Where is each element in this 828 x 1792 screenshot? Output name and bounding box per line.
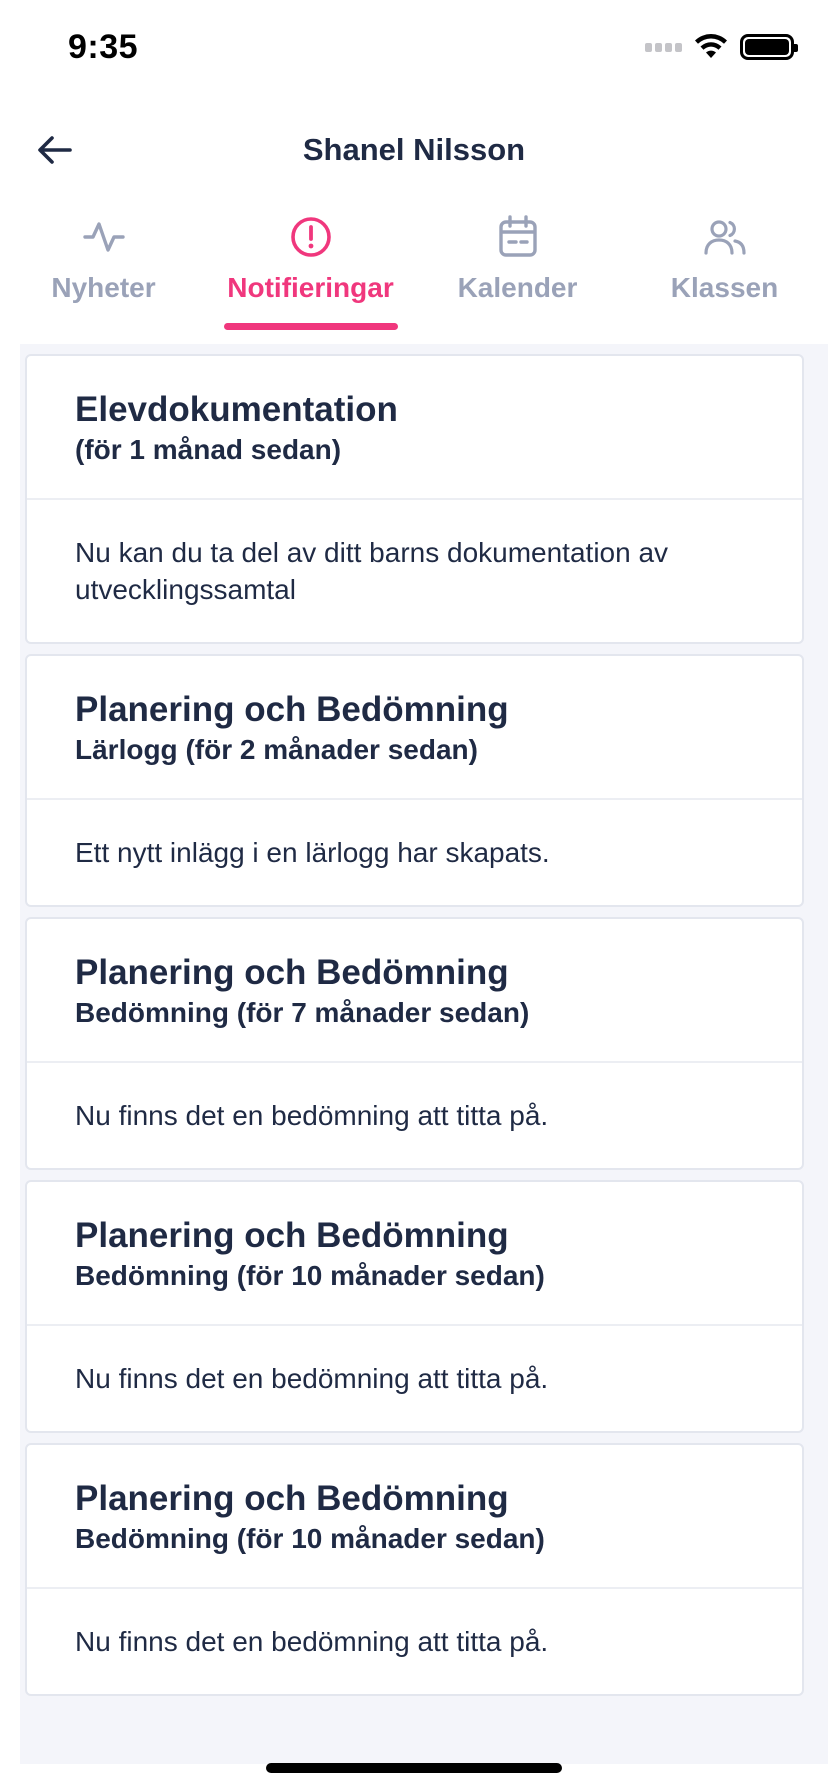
notification-card[interactable]: Planering och Bedömning Bedömning (för 1…	[25, 1180, 804, 1433]
notification-subtitle: Lärlogg (för 2 månader sedan)	[75, 734, 478, 765]
card-header: Planering och Bedömning Bedömning (för 1…	[27, 1182, 802, 1326]
battery-icon	[740, 34, 798, 60]
notification-body: Nu kan du ta del av ditt barns dokumenta…	[75, 537, 669, 605]
tab-bar: Nyheter Notifieringar Kalender Klassen	[0, 214, 828, 330]
status-icons	[645, 34, 798, 60]
tab-label: Notifieringar	[227, 272, 394, 303]
calendar-icon	[495, 214, 541, 260]
notification-body: Nu finns det en bedömning att titta på.	[75, 1100, 549, 1131]
notification-title: Planering och Bedömning	[75, 953, 509, 992]
notification-title: Planering och Bedömning	[75, 690, 509, 729]
notification-subtitle: Bedömning (för 10 månader sedan)	[75, 1523, 545, 1554]
home-indicator[interactable]	[266, 1763, 562, 1773]
notification-title: Elevdokumentation	[75, 390, 398, 429]
notification-body: Nu finns det en bedömning att titta på.	[75, 1363, 549, 1394]
card-header: Planering och Bedömning Bedömning (för 1…	[27, 1445, 802, 1589]
screen: 9:35 Shanel Nilsson Nyheter Notifieringa…	[0, 0, 828, 1792]
tab-label: Klassen	[670, 272, 779, 303]
card-header: Elevdokumentation (för 1 månad sedan)	[27, 356, 802, 500]
notification-body: Nu finns det en bedömning att titta på.	[75, 1626, 549, 1657]
page-title: Shanel Nilsson	[302, 132, 526, 167]
header: Shanel Nilsson	[0, 110, 828, 190]
tab-label: Kalender	[457, 272, 578, 303]
notification-subtitle: (för 1 månad sedan)	[75, 434, 342, 465]
wifi-icon	[695, 34, 727, 58]
status-time: 9:35	[68, 28, 139, 66]
active-tab-indicator	[223, 323, 398, 330]
notification-card[interactable]: Planering och Bedömning Bedömning (för 1…	[25, 1443, 804, 1696]
tab-label: Nyheter	[51, 272, 156, 303]
notification-list: Elevdokumentation (för 1 månad sedan) Nu…	[20, 344, 828, 1764]
card-header: Planering och Bedömning Bedömning (för 7…	[27, 919, 802, 1063]
notification-title: Planering och Bedömning	[75, 1479, 509, 1518]
card-header: Planering och Bedömning Lärlogg (för 2 m…	[27, 656, 802, 800]
activity-icon	[81, 214, 127, 260]
tab-kalender[interactable]: Kalender	[414, 214, 621, 330]
notification-title: Planering och Bedömning	[75, 1216, 509, 1255]
users-icon	[702, 214, 748, 260]
cellular-signal-icon	[645, 42, 682, 52]
notification-subtitle: Bedömning (för 10 månader sedan)	[75, 1260, 545, 1291]
alert-circle-icon	[288, 214, 334, 260]
notification-subtitle: Bedömning (för 7 månader sedan)	[75, 997, 530, 1028]
tab-klassen[interactable]: Klassen	[621, 214, 828, 330]
notification-card[interactable]: Planering och Bedömning Lärlogg (för 2 m…	[25, 654, 804, 907]
notification-card[interactable]: Planering och Bedömning Bedömning (för 7…	[25, 917, 804, 1170]
notification-card[interactable]: Elevdokumentation (för 1 månad sedan) Nu…	[25, 354, 804, 644]
notification-body: Ett nytt inlägg i en lärlogg har skapats…	[75, 837, 550, 868]
tab-notifieringar[interactable]: Notifieringar	[207, 214, 414, 330]
status-bar: 9:35	[0, 0, 828, 100]
tab-nyheter[interactable]: Nyheter	[0, 214, 207, 330]
